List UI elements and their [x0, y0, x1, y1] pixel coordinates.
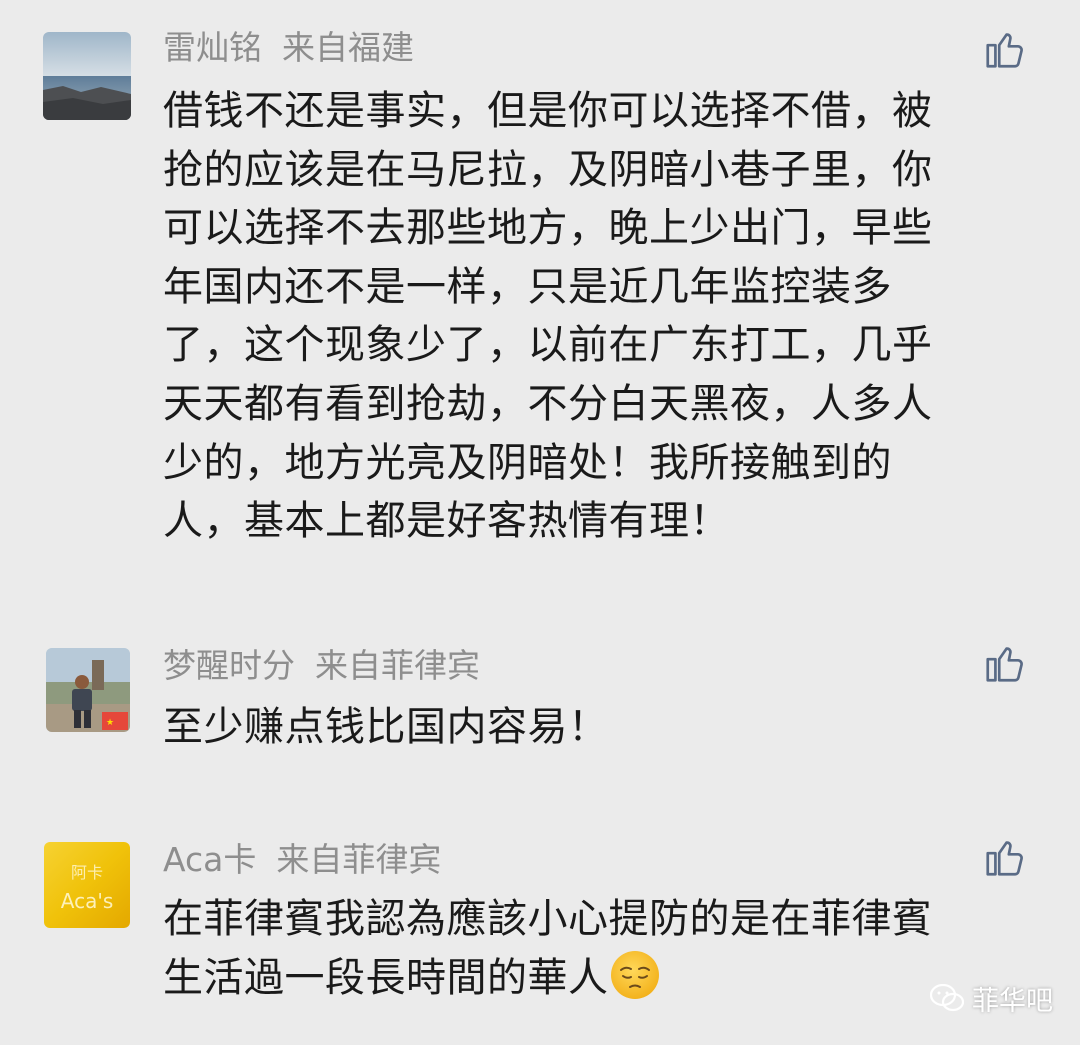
commenter-location: 来自菲律宾: [276, 840, 442, 879]
watermark: 菲华吧: [930, 978, 1053, 1018]
comment-body: 至少赚点钱比国内容易！: [163, 698, 1023, 757]
commenter-name[interactable]: 雷灿铭: [163, 28, 262, 67]
comment-line: 年国内还不是一样，只是近几年监控装多: [163, 263, 892, 310]
comment-body: 借钱不还是事实，但是你可以选择不借，被 抢的应该是在马尼拉，及阴暗小巷子里，你 …: [163, 82, 1023, 551]
comment-meta: 梦醒时分 来自菲律宾: [163, 644, 480, 688]
comment-body: 在菲律賓我認為應該小心提防的是在菲律賓 生活過一段長時間的華人: [163, 890, 1023, 1007]
avatar[interactable]: ★: [46, 648, 130, 732]
commenter-name[interactable]: Aca卡: [163, 840, 256, 879]
comment-line: 可以选择不去那些地方，晚上少出门，早些: [163, 205, 933, 252]
like-button[interactable]: [982, 640, 1028, 686]
person-photo-avatar: ★: [46, 648, 130, 732]
pensive-face-emoji: [609, 949, 661, 1001]
comment-line: 生活過一段長時間的華人: [163, 954, 609, 1001]
like-button[interactable]: [982, 26, 1028, 72]
comment-line: 天天都有看到抢劫，不分白天黑夜，人多人: [163, 380, 933, 427]
commenter-location: 来自菲律宾: [315, 646, 480, 685]
comment-meta: 雷灿铭 来自福建: [163, 26, 414, 70]
wechat-logo-icon: [930, 984, 964, 1012]
comment-line: 人，基本上都是好客热情有理！: [163, 498, 730, 545]
comment-line: 在菲律賓我認為應該小心提防的是在菲律賓: [163, 896, 933, 942]
comment-line: 借钱不还是事实，但是你可以选择不借，被: [163, 88, 933, 134]
thumbs-up-icon: [986, 841, 1023, 876]
svg-text:★: ★: [106, 718, 114, 728]
commenter-name[interactable]: 梦醒时分: [163, 646, 295, 685]
comment-line: 了，这个现象少了，以前在广东打工，几乎: [163, 322, 933, 369]
commenter-location: 来自福建: [282, 28, 414, 67]
comment-line: 至少赚点钱比国内容易！: [163, 704, 609, 750]
comment-line: 少的，地方光亮及阴暗处！我所接触到的: [163, 439, 892, 486]
comment-line: 抢的应该是在马尼拉，及阴暗小巷子里，你: [163, 146, 933, 193]
avatar[interactable]: 阿卡 Aca's: [44, 842, 130, 928]
thumbs-up-icon: [986, 33, 1023, 68]
like-button[interactable]: [982, 834, 1028, 880]
avatar[interactable]: [43, 32, 131, 120]
avatar-text-bottom: Aca's: [61, 889, 114, 913]
seaside-photo-avatar: [43, 32, 131, 120]
avatar-text-top: 阿卡: [71, 863, 103, 882]
comment-meta: Aca卡 来自菲律宾: [163, 838, 441, 882]
comment-line-with-emoji: 生活過一段長時間的華人: [163, 949, 1023, 1008]
gold-text-avatar: 阿卡 Aca's: [44, 842, 130, 928]
watermark-text: 菲华吧: [972, 985, 1053, 1017]
thumbs-up-icon: [986, 647, 1023, 682]
